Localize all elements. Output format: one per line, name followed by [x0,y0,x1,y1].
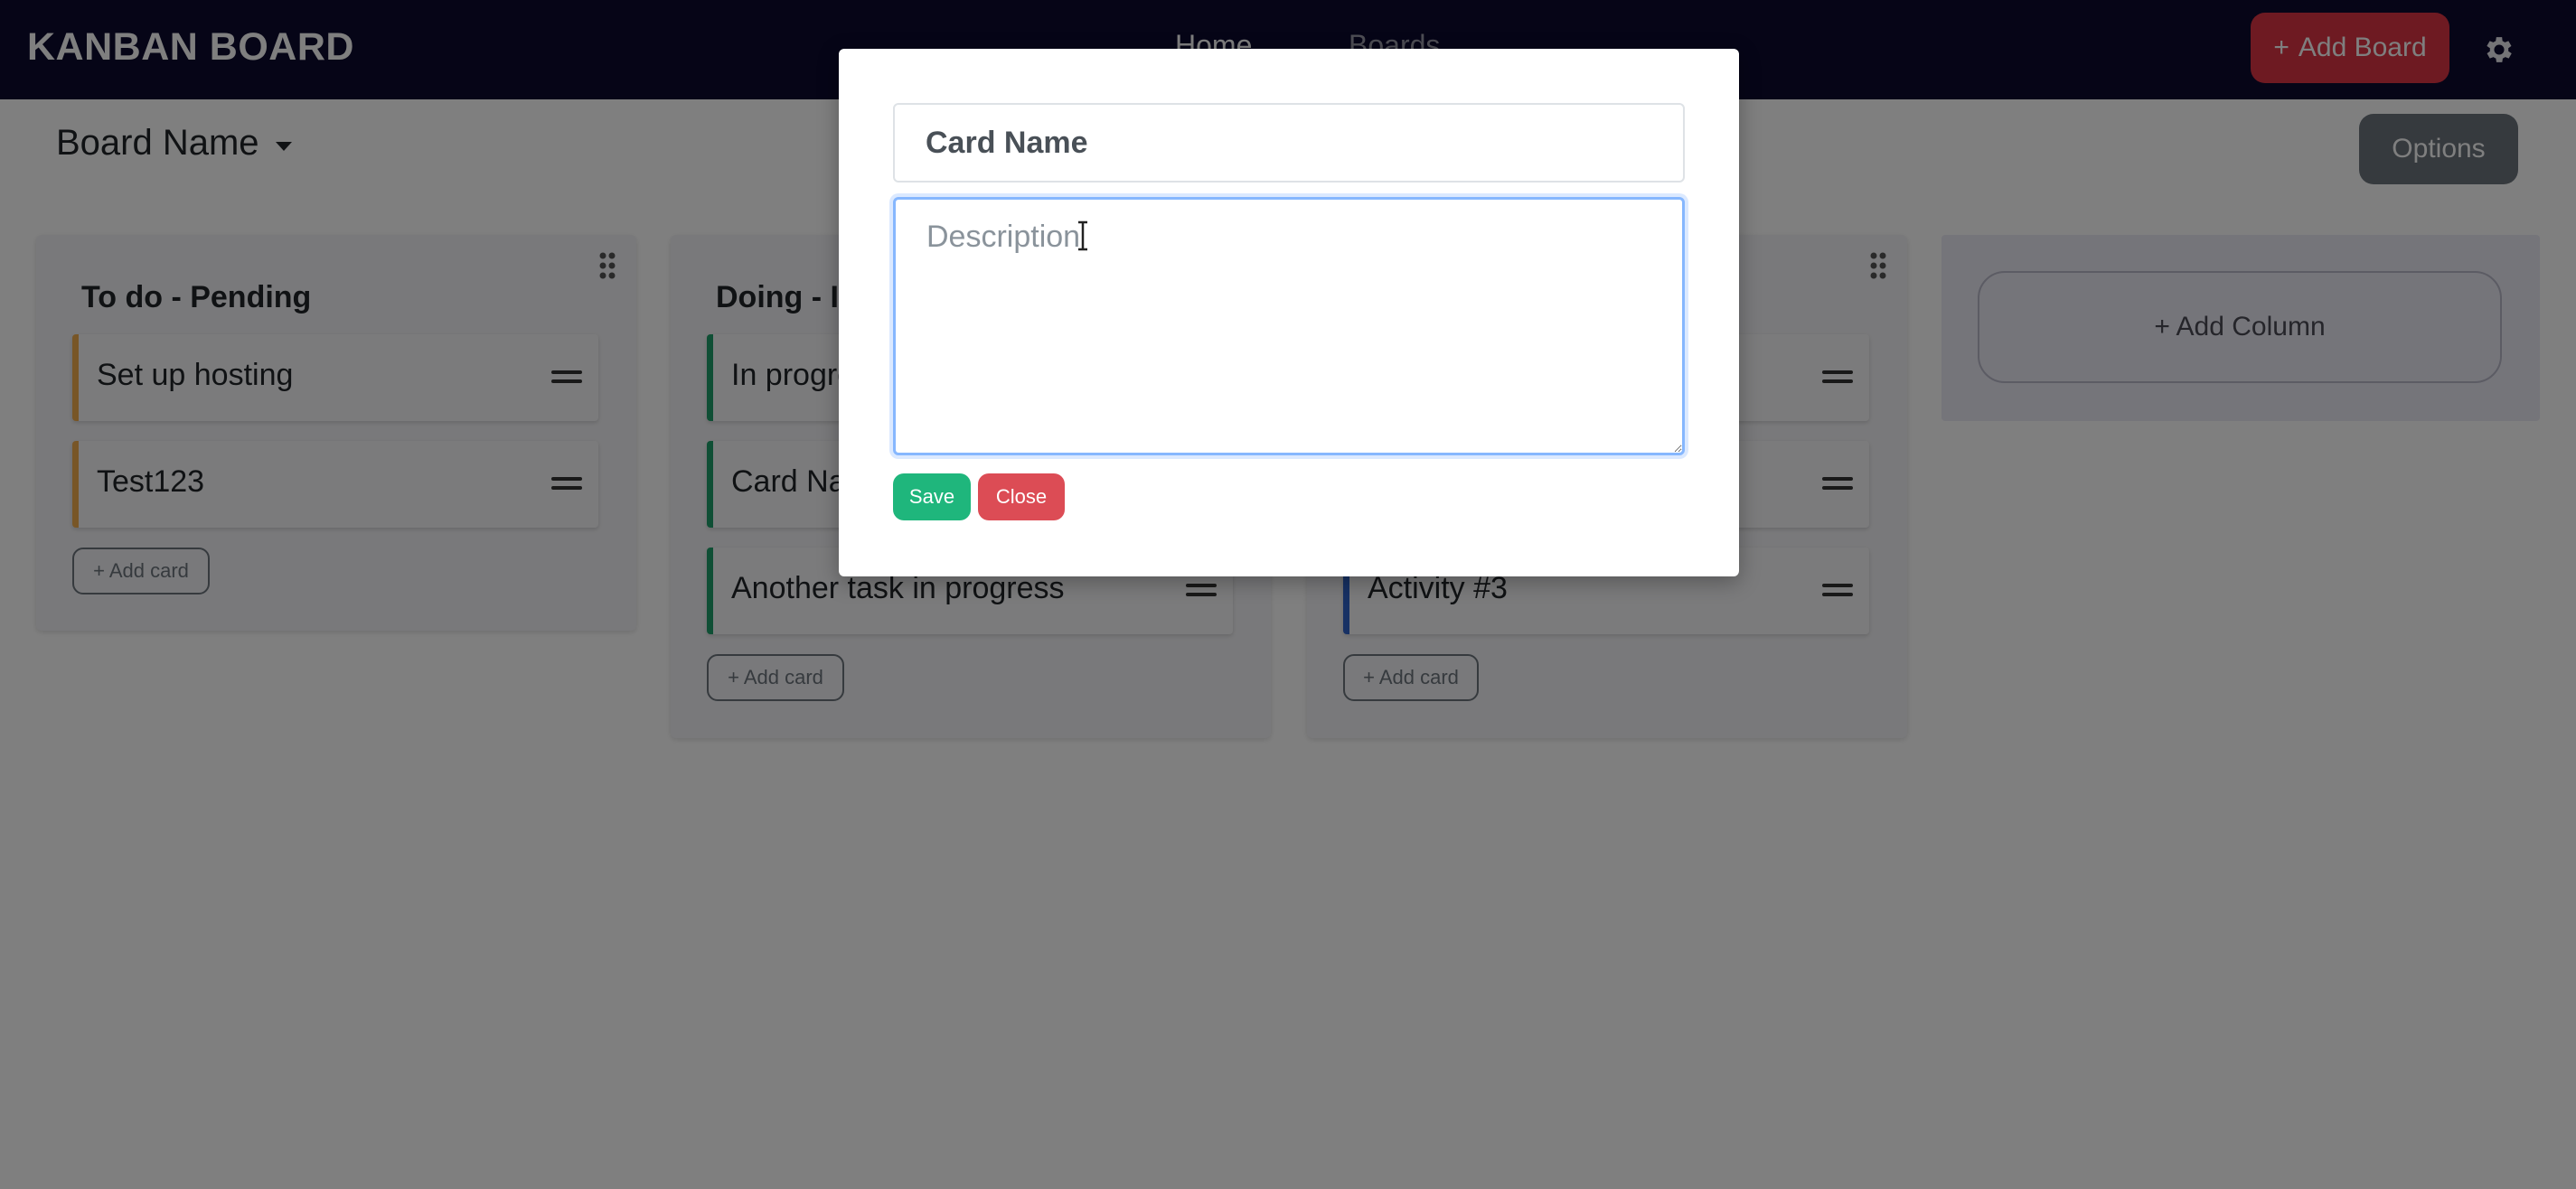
card-name-input[interactable] [893,103,1685,183]
text-cursor-icon [1078,220,1087,251]
close-button[interactable]: Close [978,473,1065,520]
description-textarea[interactable] [893,197,1685,455]
save-button[interactable]: Save [893,473,971,520]
edit-card-modal: Save Close [839,49,1739,576]
